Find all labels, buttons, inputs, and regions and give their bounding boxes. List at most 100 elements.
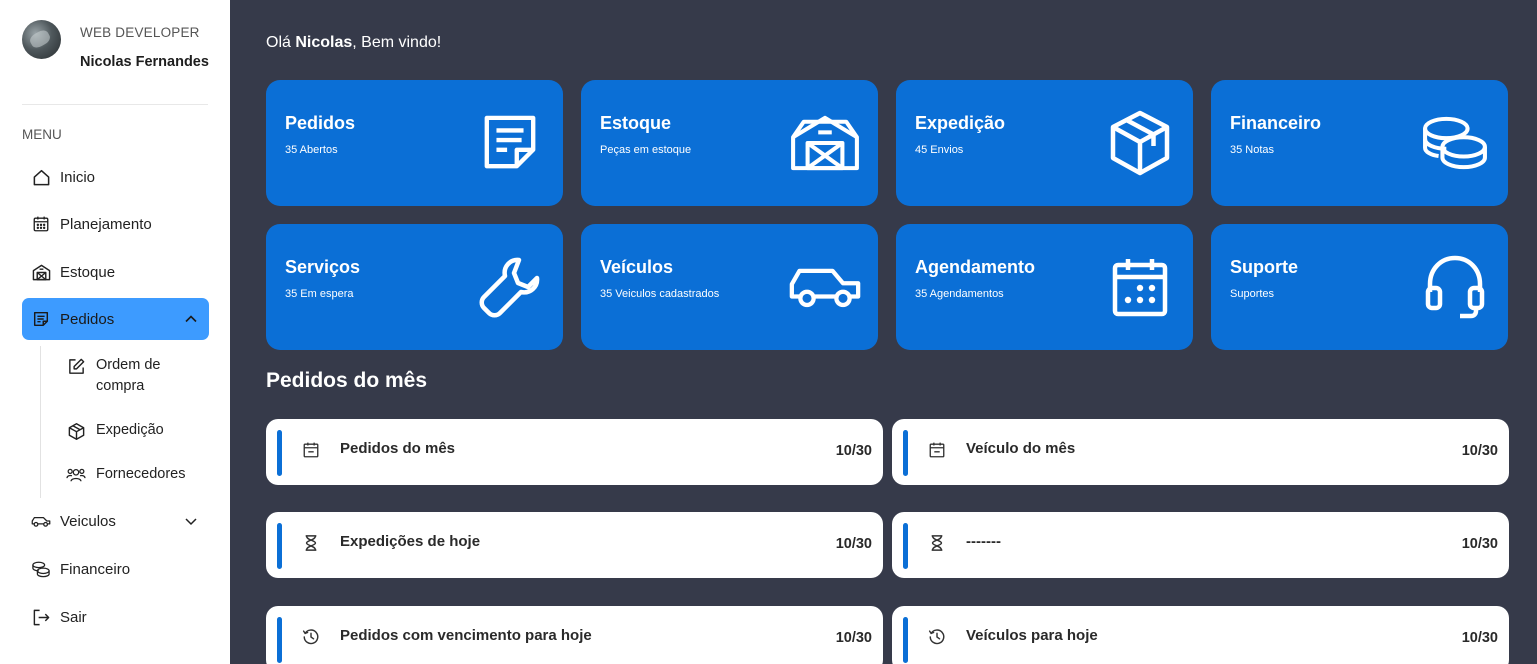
card-subtitle: 35 Em espera	[285, 288, 354, 300]
document-icon	[31, 309, 51, 329]
chevron-down-icon[interactable]	[183, 513, 199, 529]
stat-value: 10/30	[1461, 536, 1498, 552]
card-subtitle: 35 Agendamentos	[915, 288, 1004, 300]
card-title: Estoque	[600, 113, 672, 133]
hourglass-icon	[927, 533, 947, 553]
card-title: Agendamento	[915, 257, 1036, 277]
sidebar-item-label: Veiculos	[60, 512, 116, 530]
calendar-icon	[31, 214, 51, 234]
stat-label: -------	[966, 533, 1001, 550]
card-subtitle: 45 Envios	[915, 144, 964, 156]
stat-veiculos-para-hoje[interactable]: Veículos para hoje 10/30	[892, 606, 1509, 664]
stat-value: 10/30	[835, 630, 872, 646]
card-financeiro[interactable]: Financeiro 35 Notas	[1211, 80, 1508, 206]
card-title: Suporte	[1230, 257, 1299, 277]
logout-icon	[31, 607, 51, 627]
stat-value: 10/30	[835, 536, 872, 552]
box-icon	[1104, 110, 1176, 176]
calendar-icon	[1104, 254, 1176, 320]
submenu-item-label: Expedição	[96, 422, 164, 438]
card-agendamento[interactable]: Agendamento 35 Agendamentos	[896, 224, 1193, 350]
card-subtitle: 35 Abertos	[285, 144, 338, 156]
accent-bar	[903, 523, 908, 569]
barn-icon	[789, 110, 861, 176]
card-expedicao[interactable]: Expedição 45 Envios	[896, 80, 1193, 206]
submenu-item-label: Fornecedores	[96, 466, 186, 482]
avatar[interactable]	[22, 20, 61, 59]
card-title: Financeiro	[1230, 113, 1322, 133]
sidebar-item-financeiro[interactable]: Financeiro	[22, 548, 209, 590]
accent-bar	[903, 430, 908, 476]
card-title: Veículos	[600, 257, 674, 277]
sidebar-item-estoque[interactable]: Estoque	[22, 251, 209, 293]
stat-veiculo-do-mes[interactable]: Veículo do mês 10/30	[892, 419, 1509, 485]
greeting-name: Nicolas	[295, 34, 353, 51]
card-veiculos[interactable]: Veículos 35 Veiculos cadastrados	[581, 224, 878, 350]
stat-expedicoes-de-hoje[interactable]: Expedições de hoje 10/30	[266, 512, 883, 578]
sidebar-item-veiculos[interactable]: Veiculos	[22, 500, 209, 542]
hourglass-icon	[301, 533, 321, 553]
sidebar-item-label: Estoque	[60, 263, 116, 281]
stat-label: Pedidos do mês	[340, 440, 456, 457]
accent-bar	[277, 617, 282, 663]
card-title: Expedição	[915, 113, 1006, 133]
greeting: Olá Nicolas, Bem vindo!	[266, 34, 441, 52]
card-subtitle: 35 Veiculos cadastrados	[600, 288, 720, 300]
card-suporte[interactable]: Suporte Suportes	[1211, 224, 1508, 350]
stat-value: 10/30	[1461, 443, 1498, 459]
sidebar-item-label: Inicio	[60, 168, 96, 186]
sidebar-item-sair[interactable]: Sair	[22, 596, 209, 638]
warehouse-icon	[31, 262, 51, 282]
stat-label: Pedidos com vencimento para hoje	[340, 627, 592, 644]
sidebar-item-pedidos[interactable]: Pedidos	[22, 298, 209, 340]
card-title: Pedidos	[285, 113, 356, 133]
accent-bar	[277, 430, 282, 476]
document-icon	[474, 110, 546, 176]
card-pedidos[interactable]: Pedidos 35 Abertos	[266, 80, 563, 206]
stat-pedidos-do-mes[interactable]: Pedidos do mês 10/30	[266, 419, 883, 485]
sidebar-divider	[22, 104, 208, 105]
submenu-item-label: Ordem de compra	[96, 357, 161, 394]
coins-icon	[31, 559, 51, 579]
sidebar: WEB DEVELOPER Nicolas Fernandes MENU Ini…	[0, 0, 230, 664]
profile-name: Nicolas Fernandes	[80, 54, 209, 70]
users-icon	[66, 465, 86, 485]
calendar-icon	[927, 440, 947, 460]
sidebar-item-label: Financeiro	[60, 560, 131, 578]
submenu-guide-line	[40, 346, 41, 498]
sidebar-item-planejamento[interactable]: Planejamento	[22, 203, 209, 245]
stat-value: 10/30	[1461, 630, 1498, 646]
clock-icon	[301, 627, 321, 647]
accent-bar	[277, 523, 282, 569]
car-icon	[31, 511, 51, 531]
user-profile[interactable]: WEB DEVELOPER Nicolas Fernandes	[22, 20, 210, 76]
greeting-prefix: Olá	[266, 34, 296, 51]
section-title: Pedidos do mês	[266, 369, 428, 392]
chevron-up-icon[interactable]	[183, 311, 199, 327]
card-title: Serviços	[285, 257, 361, 277]
sidebar-item-label: Sair	[60, 608, 87, 626]
stat-label: Veículos para hoje	[966, 627, 1098, 644]
stat-label: Veículo do mês	[966, 440, 1076, 457]
card-estoque[interactable]: Estoque Peças em estoque	[581, 80, 878, 206]
coins-icon	[1419, 110, 1491, 176]
home-icon	[31, 167, 51, 187]
car-icon	[789, 254, 861, 320]
stat-label: Expedições de hoje	[340, 533, 481, 550]
profile-role: WEB DEVELOPER	[80, 25, 200, 40]
sidebar-item-label: Pedidos	[60, 310, 115, 328]
sidebar-item-inicio[interactable]: Inicio	[22, 156, 209, 198]
sidebar-item-label: Planejamento	[60, 215, 152, 233]
greeting-suffix: , Bem vindo!	[352, 34, 442, 51]
card-servicos[interactable]: Serviços 35 Em espera	[266, 224, 563, 350]
card-subtitle: 35 Notas	[1230, 144, 1275, 156]
card-subtitle: Suportes	[1230, 288, 1275, 300]
headset-icon	[1419, 254, 1491, 320]
stat-placeholder[interactable]: ------- 10/30	[892, 512, 1509, 578]
submenu-item-expedicao[interactable]: Expedição	[66, 420, 206, 441]
stat-pedidos-vencimento-hoje[interactable]: Pedidos com vencimento para hoje 10/30	[266, 606, 883, 664]
submenu-item-ordem-de-compra[interactable]: Ordem de compra	[66, 355, 206, 397]
edit-icon	[66, 356, 86, 376]
accent-bar	[903, 617, 908, 663]
submenu-item-fornecedores[interactable]: Fornecedores	[66, 464, 206, 485]
